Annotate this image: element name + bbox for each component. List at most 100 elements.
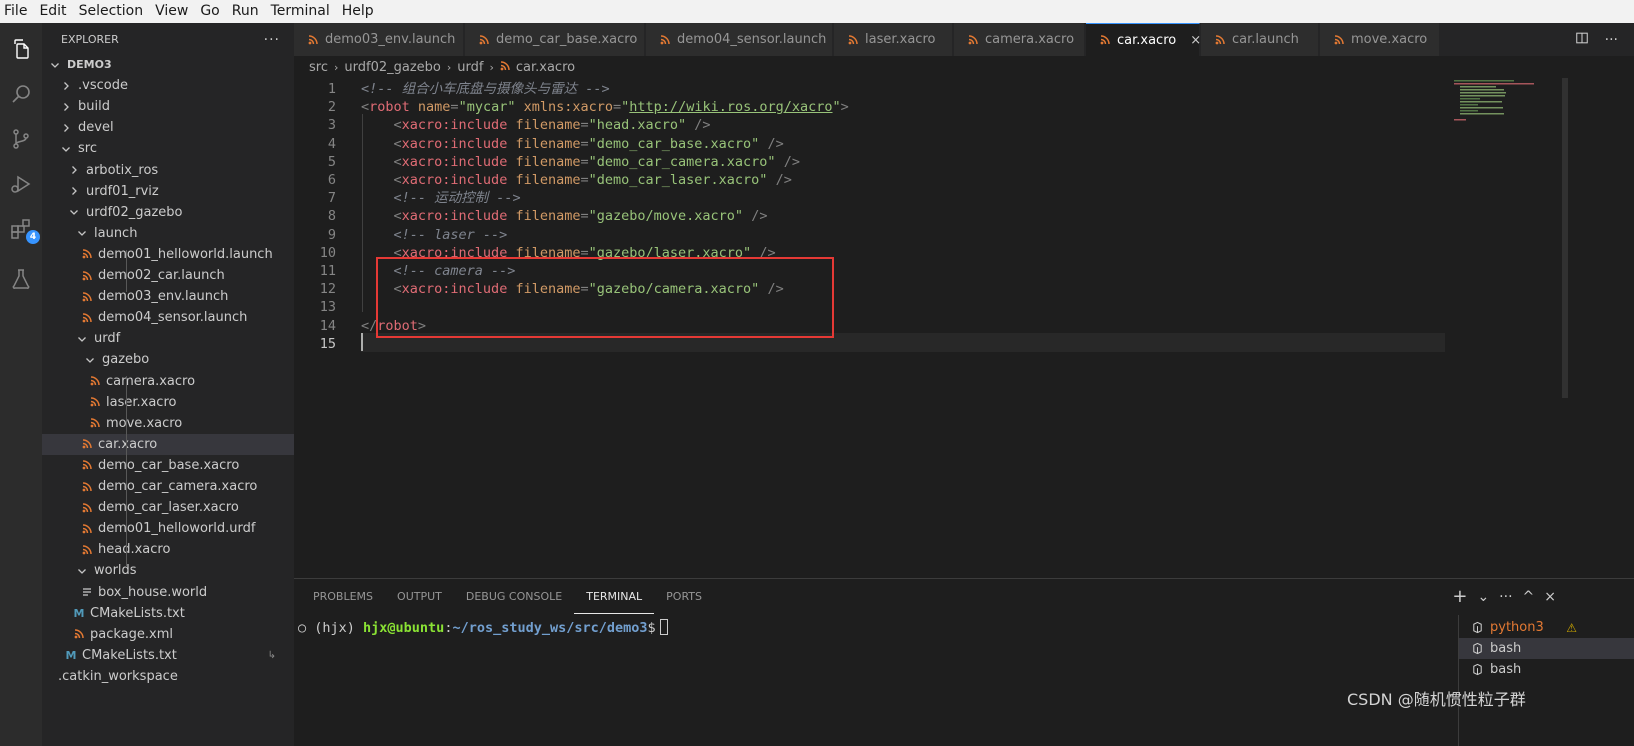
file-item[interactable]: package.xml	[42, 624, 294, 645]
chevron-down-icon[interactable]	[60, 143, 72, 155]
folder-item[interactable]: launch	[42, 223, 294, 244]
folder-item[interactable]: urdf01_rviz	[42, 181, 294, 202]
chevron-down-icon[interactable]	[76, 227, 88, 239]
breadcrumb-item[interactable]: urdf	[457, 60, 483, 75]
folder-item[interactable]: devel	[42, 117, 294, 138]
menu-view[interactable]: View	[149, 0, 194, 23]
chevron-right-icon[interactable]	[60, 80, 72, 92]
minimap[interactable]	[1452, 78, 1562, 138]
menu-file[interactable]: File	[0, 0, 33, 23]
split-editor-icon[interactable]	[1575, 31, 1589, 49]
line-number: 4	[327, 135, 336, 152]
file-item[interactable]: demo01_helloworld.urdf	[42, 518, 294, 539]
tree-item-label: launch	[94, 225, 138, 241]
file-item[interactable]: demo04_sensor.launch	[42, 307, 294, 328]
menu-help[interactable]: Help	[336, 0, 380, 23]
folder-item[interactable]: urdf02_gazebo	[42, 202, 294, 223]
tab-ports[interactable]: PORTS	[654, 579, 714, 614]
tab-camera-xacro[interactable]: camera.xacro	[954, 23, 1085, 56]
xml-file-icon	[82, 460, 92, 470]
file-item[interactable]: move.xacro	[42, 413, 294, 434]
terminal-dropdown-icon[interactable]: ⌄	[1477, 589, 1489, 605]
search-icon[interactable]	[5, 78, 37, 110]
extensions-icon[interactable]: 4	[5, 213, 40, 245]
chevron-down-icon[interactable]	[49, 59, 61, 71]
explorer-icon[interactable]	[5, 33, 37, 65]
file-item[interactable]: .catkin_workspace	[42, 666, 294, 687]
menu-edit[interactable]: Edit	[33, 0, 72, 23]
chevron-right-icon[interactable]	[68, 185, 80, 197]
menu-go[interactable]: Go	[194, 0, 225, 23]
code-token: "	[832, 99, 841, 116]
more-actions-icon[interactable]: ···	[1605, 32, 1618, 48]
folder-item[interactable]: gazebo	[42, 349, 294, 370]
file-item[interactable]: M CMakeLists.txt ↳	[42, 645, 294, 666]
file-item[interactable]: car.xacro	[42, 433, 294, 455]
close-icon[interactable]: ×	[1190, 33, 1201, 48]
maximize-panel-icon[interactable]: ^	[1523, 589, 1535, 605]
run-debug-icon[interactable]	[5, 168, 37, 200]
tab-terminal[interactable]: TERMINAL	[574, 580, 655, 614]
terminal-prompt[interactable]: ○ (hjx) hjx@ubuntu:~/ros_study_ws/src/de…	[298, 619, 668, 636]
close-panel-icon[interactable]: ×	[1544, 589, 1556, 605]
chevron-right-icon[interactable]	[60, 122, 72, 134]
file-item[interactable]: demo_car_laser.xacro	[42, 497, 294, 518]
file-item[interactable]: demo_car_camera.xacro	[42, 476, 294, 497]
tree-item-label: head.xacro	[98, 542, 171, 558]
terminal-item-python3[interactable]: python3 ⚠	[1459, 617, 1634, 638]
source-control-icon[interactable]	[5, 123, 37, 155]
terminal-item-bash[interactable]: bash	[1459, 659, 1634, 680]
line-number: 14	[319, 317, 336, 334]
tab-move-xacro[interactable]: move.xacro	[1320, 23, 1440, 56]
file-item[interactable]: demo_car_base.xacro	[42, 455, 294, 476]
folder-item[interactable]: urdf	[42, 328, 294, 349]
tab-output[interactable]: OUTPUT	[385, 579, 454, 614]
chevron-down-icon[interactable]	[76, 565, 88, 577]
workspace-root[interactable]: DEMO3	[42, 54, 294, 75]
tree-indent-guide	[126, 250, 127, 292]
chevron-right-icon[interactable]	[60, 101, 72, 113]
chevron-down-icon[interactable]	[84, 354, 96, 366]
code-token: xacro:include	[401, 208, 508, 225]
more-actions-icon[interactable]: ···	[1499, 589, 1512, 605]
tab-laser-xacro[interactable]: laser.xacro	[834, 23, 953, 56]
file-item[interactable]: demo01_helloworld.launch	[42, 244, 294, 265]
menu-selection[interactable]: Selection	[73, 0, 150, 23]
tab-debug-console[interactable]: DEBUG CONSOLE	[454, 579, 574, 614]
tab-demo04_sensor-launch[interactable]: demo04_sensor.launch	[646, 23, 833, 56]
activity-bar: 4	[0, 23, 42, 746]
tab-demo_car_base-xacro[interactable]: demo_car_base.xacro	[465, 23, 645, 56]
tab-car-xacro[interactable]: car.xacro ×	[1086, 23, 1201, 56]
chevron-right-icon: ›	[333, 60, 339, 74]
more-actions-icon[interactable]: ···	[264, 32, 280, 48]
folder-item[interactable]: .vscode	[42, 75, 294, 96]
chevron-right-icon[interactable]	[68, 164, 80, 176]
file-item[interactable]: box_house.world	[42, 582, 294, 603]
chevron-down-icon[interactable]	[68, 206, 80, 218]
folder-item[interactable]: worlds	[42, 560, 294, 581]
breadcrumb-item[interactable]: car.xacro	[516, 60, 575, 75]
menu-run[interactable]: Run	[226, 0, 265, 23]
breadcrumb-item[interactable]: src	[309, 60, 328, 75]
folder-item[interactable]: build	[42, 96, 294, 117]
chevron-down-icon[interactable]	[76, 333, 88, 345]
file-item[interactable]: laser.xacro	[42, 392, 294, 413]
folder-item[interactable]: arbotix_ros	[42, 160, 294, 181]
new-terminal-icon[interactable]: +	[1452, 586, 1467, 607]
code-token: />	[767, 172, 792, 188]
tab-car-launch[interactable]: car.launch	[1201, 23, 1319, 56]
file-item[interactable]: camera.xacro	[42, 371, 294, 392]
file-item[interactable]: demo03_env.launch	[42, 286, 294, 307]
tab-problems[interactable]: PROBLEMS	[294, 579, 385, 614]
chevron-right-icon: ›	[489, 60, 494, 74]
folder-item[interactable]: src	[42, 138, 294, 159]
breadcrumb-item[interactable]: urdf02_gazebo	[344, 60, 440, 75]
editor-scrollbar[interactable]	[1562, 78, 1568, 398]
file-item[interactable]: demo02_car.launch	[42, 265, 294, 286]
file-item[interactable]: M CMakeLists.txt	[42, 603, 294, 624]
terminal-item-bash[interactable]: bash	[1459, 638, 1634, 659]
testing-icon[interactable]	[5, 263, 37, 295]
menu-terminal[interactable]: Terminal	[265, 0, 336, 23]
tab-demo03_env-launch[interactable]: demo03_env.launch	[294, 23, 464, 56]
file-item[interactable]: head.xacro	[42, 539, 294, 560]
